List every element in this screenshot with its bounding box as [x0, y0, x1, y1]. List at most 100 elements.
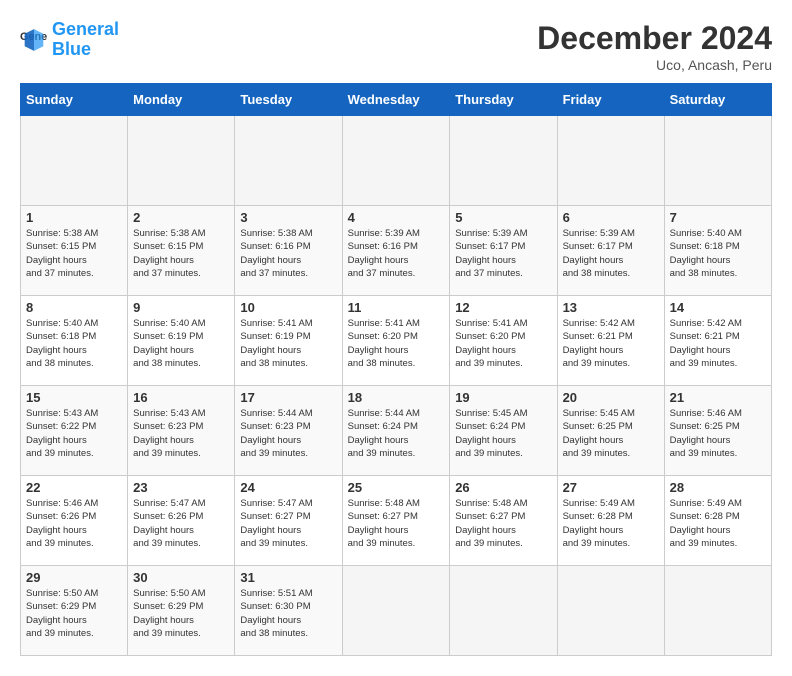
- calendar-cell: 6 Sunrise: 5:39 AM Sunset: 6:17 PM Dayli…: [557, 206, 664, 296]
- calendar-cell: 20 Sunrise: 5:45 AM Sunset: 6:25 PM Dayl…: [557, 386, 664, 476]
- day-number: 26: [455, 480, 551, 495]
- calendar-cell: 4 Sunrise: 5:39 AM Sunset: 6:16 PM Dayli…: [342, 206, 450, 296]
- calendar-week-5: 29 Sunrise: 5:50 AM Sunset: 6:29 PM Dayl…: [21, 566, 772, 656]
- day-info: Sunrise: 5:48 AM Sunset: 6:27 PM Dayligh…: [455, 497, 551, 550]
- day-number: 4: [348, 210, 445, 225]
- calendar-cell: 2 Sunrise: 5:38 AM Sunset: 6:15 PM Dayli…: [128, 206, 235, 296]
- calendar-cell: 23 Sunrise: 5:47 AM Sunset: 6:26 PM Dayl…: [128, 476, 235, 566]
- calendar-cell: 29 Sunrise: 5:50 AM Sunset: 6:29 PM Dayl…: [21, 566, 128, 656]
- day-header-friday: Friday: [557, 84, 664, 116]
- day-header-saturday: Saturday: [664, 84, 771, 116]
- day-info: Sunrise: 5:41 AM Sunset: 6:19 PM Dayligh…: [240, 317, 336, 370]
- calendar-week-2: 8 Sunrise: 5:40 AM Sunset: 6:18 PM Dayli…: [21, 296, 772, 386]
- day-number: 8: [26, 300, 122, 315]
- day-info: Sunrise: 5:49 AM Sunset: 6:28 PM Dayligh…: [563, 497, 659, 550]
- day-number: 17: [240, 390, 336, 405]
- day-info: Sunrise: 5:39 AM Sunset: 6:17 PM Dayligh…: [455, 227, 551, 280]
- calendar-week-0: [21, 116, 772, 206]
- day-info: Sunrise: 5:46 AM Sunset: 6:26 PM Dayligh…: [26, 497, 122, 550]
- day-info: Sunrise: 5:40 AM Sunset: 6:18 PM Dayligh…: [670, 227, 766, 280]
- title-section: December 2024 Uco, Ancash, Peru: [537, 20, 772, 73]
- calendar-cell: 15 Sunrise: 5:43 AM Sunset: 6:22 PM Dayl…: [21, 386, 128, 476]
- day-info: Sunrise: 5:42 AM Sunset: 6:21 PM Dayligh…: [563, 317, 659, 370]
- day-number: 14: [670, 300, 766, 315]
- calendar-cell: [235, 116, 342, 206]
- calendar-cell: [557, 566, 664, 656]
- logo: General GeneralBlue: [20, 20, 119, 60]
- logo-text: GeneralBlue: [52, 20, 119, 60]
- day-number: 21: [670, 390, 766, 405]
- calendar-cell: 24 Sunrise: 5:47 AM Sunset: 6:27 PM Dayl…: [235, 476, 342, 566]
- calendar-cell: 31 Sunrise: 5:51 AM Sunset: 6:30 PM Dayl…: [235, 566, 342, 656]
- calendar-cell: 5 Sunrise: 5:39 AM Sunset: 6:17 PM Dayli…: [450, 206, 557, 296]
- calendar-cell: 3 Sunrise: 5:38 AM Sunset: 6:16 PM Dayli…: [235, 206, 342, 296]
- calendar-cell: [664, 566, 771, 656]
- day-header-tuesday: Tuesday: [235, 84, 342, 116]
- day-number: 9: [133, 300, 229, 315]
- day-number: 2: [133, 210, 229, 225]
- calendar-cell: 1 Sunrise: 5:38 AM Sunset: 6:15 PM Dayli…: [21, 206, 128, 296]
- calendar-week-1: 1 Sunrise: 5:38 AM Sunset: 6:15 PM Dayli…: [21, 206, 772, 296]
- day-header-monday: Monday: [128, 84, 235, 116]
- day-info: Sunrise: 5:40 AM Sunset: 6:18 PM Dayligh…: [26, 317, 122, 370]
- day-number: 27: [563, 480, 659, 495]
- location: Uco, Ancash, Peru: [537, 57, 772, 73]
- day-info: Sunrise: 5:40 AM Sunset: 6:19 PM Dayligh…: [133, 317, 229, 370]
- day-header-sunday: Sunday: [21, 84, 128, 116]
- day-number: 10: [240, 300, 336, 315]
- day-header-wednesday: Wednesday: [342, 84, 450, 116]
- day-number: 24: [240, 480, 336, 495]
- day-info: Sunrise: 5:47 AM Sunset: 6:27 PM Dayligh…: [240, 497, 336, 550]
- calendar-cell: [128, 116, 235, 206]
- day-number: 18: [348, 390, 445, 405]
- day-number: 22: [26, 480, 122, 495]
- day-info: Sunrise: 5:39 AM Sunset: 6:16 PM Dayligh…: [348, 227, 445, 280]
- calendar-cell: [450, 566, 557, 656]
- day-number: 11: [348, 300, 445, 315]
- day-info: Sunrise: 5:43 AM Sunset: 6:23 PM Dayligh…: [133, 407, 229, 460]
- day-number: 20: [563, 390, 659, 405]
- calendar-cell: 27 Sunrise: 5:49 AM Sunset: 6:28 PM Dayl…: [557, 476, 664, 566]
- day-info: Sunrise: 5:45 AM Sunset: 6:24 PM Dayligh…: [455, 407, 551, 460]
- calendar-table: SundayMondayTuesdayWednesdayThursdayFrid…: [20, 83, 772, 656]
- calendar-cell: 25 Sunrise: 5:48 AM Sunset: 6:27 PM Dayl…: [342, 476, 450, 566]
- day-info: Sunrise: 5:50 AM Sunset: 6:29 PM Dayligh…: [133, 587, 229, 640]
- calendar-cell: 19 Sunrise: 5:45 AM Sunset: 6:24 PM Dayl…: [450, 386, 557, 476]
- day-number: 25: [348, 480, 445, 495]
- calendar-cell: 12 Sunrise: 5:41 AM Sunset: 6:20 PM Dayl…: [450, 296, 557, 386]
- day-info: Sunrise: 5:48 AM Sunset: 6:27 PM Dayligh…: [348, 497, 445, 550]
- day-number: 5: [455, 210, 551, 225]
- day-number: 23: [133, 480, 229, 495]
- day-info: Sunrise: 5:38 AM Sunset: 6:15 PM Dayligh…: [26, 227, 122, 280]
- day-number: 16: [133, 390, 229, 405]
- day-number: 31: [240, 570, 336, 585]
- day-number: 30: [133, 570, 229, 585]
- calendar-cell: 13 Sunrise: 5:42 AM Sunset: 6:21 PM Dayl…: [557, 296, 664, 386]
- day-number: 29: [26, 570, 122, 585]
- calendar-cell: [664, 116, 771, 206]
- day-number: 7: [670, 210, 766, 225]
- calendar-cell: [557, 116, 664, 206]
- calendar-cell: 9 Sunrise: 5:40 AM Sunset: 6:19 PM Dayli…: [128, 296, 235, 386]
- day-number: 6: [563, 210, 659, 225]
- calendar-cell: 17 Sunrise: 5:44 AM Sunset: 6:23 PM Dayl…: [235, 386, 342, 476]
- calendar-cell: 26 Sunrise: 5:48 AM Sunset: 6:27 PM Dayl…: [450, 476, 557, 566]
- month-title: December 2024: [537, 20, 772, 57]
- calendar-cell: 30 Sunrise: 5:50 AM Sunset: 6:29 PM Dayl…: [128, 566, 235, 656]
- calendar-cell: 7 Sunrise: 5:40 AM Sunset: 6:18 PM Dayli…: [664, 206, 771, 296]
- calendar-cell: 10 Sunrise: 5:41 AM Sunset: 6:19 PM Dayl…: [235, 296, 342, 386]
- calendar-cell: [21, 116, 128, 206]
- calendar-cell: 14 Sunrise: 5:42 AM Sunset: 6:21 PM Dayl…: [664, 296, 771, 386]
- header-row: SundayMondayTuesdayWednesdayThursdayFrid…: [21, 84, 772, 116]
- calendar-cell: [450, 116, 557, 206]
- day-info: Sunrise: 5:46 AM Sunset: 6:25 PM Dayligh…: [670, 407, 766, 460]
- day-number: 13: [563, 300, 659, 315]
- calendar-cell: 8 Sunrise: 5:40 AM Sunset: 6:18 PM Dayli…: [21, 296, 128, 386]
- day-header-thursday: Thursday: [450, 84, 557, 116]
- calendar-cell: [342, 566, 450, 656]
- day-info: Sunrise: 5:47 AM Sunset: 6:26 PM Dayligh…: [133, 497, 229, 550]
- day-info: Sunrise: 5:41 AM Sunset: 6:20 PM Dayligh…: [348, 317, 445, 370]
- day-info: Sunrise: 5:44 AM Sunset: 6:24 PM Dayligh…: [348, 407, 445, 460]
- day-info: Sunrise: 5:38 AM Sunset: 6:15 PM Dayligh…: [133, 227, 229, 280]
- day-info: Sunrise: 5:49 AM Sunset: 6:28 PM Dayligh…: [670, 497, 766, 550]
